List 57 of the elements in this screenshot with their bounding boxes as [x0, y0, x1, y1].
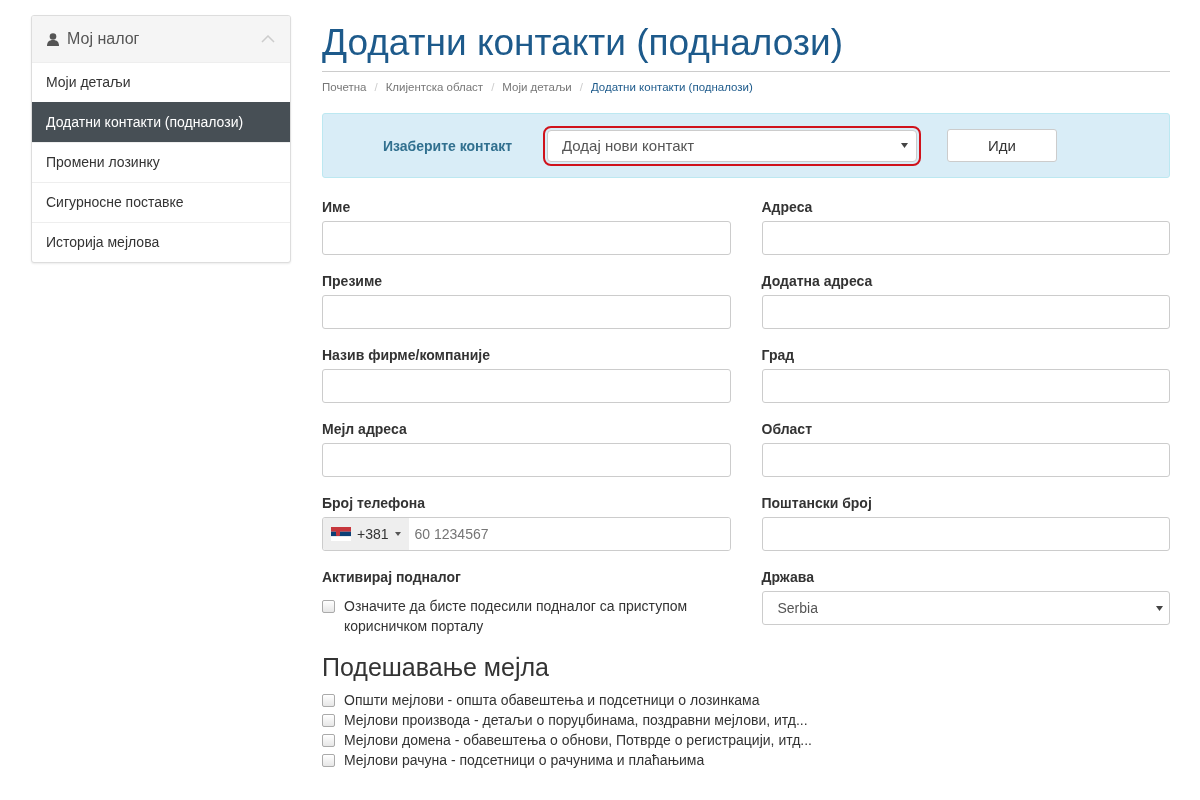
field-label: Држава	[761, 569, 815, 584]
checkbox[interactable]	[322, 733, 335, 747]
field-label: Град	[761, 347, 796, 362]
sidebar-title: Мој налог	[67, 30, 141, 48]
sidebar-item[interactable]: Историја мејлова	[32, 222, 290, 262]
field-label: Додатна адреса	[761, 273, 874, 288]
checkbox-label: Мејлови домена - обавештења о обнови, Потврде о регистрацији, итд...	[344, 732, 812, 748]
checkbox-label: Означите да бисте подесили подналог са приступом корисничком порталу	[344, 597, 689, 636]
field-label: Мејл адреса	[322, 421, 408, 436]
checkbox-label: Мејлови производа - детаљи о поруџбинама, поздравни мејлови, итд...	[344, 712, 808, 728]
text-input[interactable]	[322, 221, 731, 255]
text-input[interactable]	[761, 295, 1170, 329]
breadcrumb-separator: /	[491, 81, 495, 93]
phone-input[interactable]: +381 60 1234567	[322, 517, 731, 551]
breadcrumb-link[interactable]: Додатни контакти (подналози)	[590, 81, 753, 93]
contact-label: Изаберите контакт	[383, 137, 514, 154]
text-input[interactable]	[322, 443, 731, 477]
caret-icon	[901, 143, 908, 148]
checkbox-label: Општи мејлови - општа обавештења и подсетници о лозинкама	[344, 692, 760, 708]
user-icon	[47, 32, 59, 46]
sidebar-item[interactable]: Сигурносне поставке	[32, 182, 290, 222]
breadcrumb-link[interactable]: Клијентска област	[385, 81, 484, 93]
breadcrumb-link[interactable]: Почетна	[322, 81, 367, 93]
breadcrumb-link[interactable]: Моји детаљи	[502, 81, 572, 93]
field-label: Број телефона	[322, 495, 426, 510]
checkbox[interactable]	[322, 753, 335, 767]
checkbox[interactable]	[322, 713, 335, 727]
field-label: Област	[761, 421, 813, 436]
sidebar-item[interactable]: Додатни контакти (подналози)	[32, 102, 290, 142]
field-label: Адреса	[761, 199, 814, 214]
field-label: Презиме	[322, 273, 384, 288]
chevron-up-icon	[261, 35, 275, 43]
field-label: Назив фирме/компаније	[322, 347, 491, 362]
text-input[interactable]	[761, 443, 1170, 477]
flag-icon	[331, 527, 351, 541]
page-title: Додатни контакти (подналози)	[322, 21, 1170, 72]
checkbox[interactable]	[322, 693, 335, 707]
caret-icon	[394, 532, 401, 536]
text-input[interactable]	[322, 369, 731, 403]
sidebar-item[interactable]: Промени лозинку	[32, 142, 290, 182]
country-select[interactable]: Serbia	[761, 591, 1170, 625]
section-title: Подешавање мејла	[322, 653, 550, 682]
field-label: Активирај подналог	[322, 569, 462, 584]
sidebar-header[interactable]: Мој налог	[32, 16, 290, 62]
country-code-selector[interactable]: +381	[323, 518, 409, 550]
caret-icon	[1156, 605, 1163, 611]
checkbox-label: Мејлови рачуна - подсетници о рачунима и плаћањима	[344, 752, 705, 768]
text-input[interactable]	[761, 221, 1170, 255]
text-input[interactable]	[322, 295, 731, 329]
field-label: Име	[322, 199, 352, 214]
text-input[interactable]	[761, 517, 1170, 551]
breadcrumb-separator: /	[374, 81, 378, 93]
field-label: Поштански број	[761, 495, 873, 510]
breadcrumb-separator: /	[579, 81, 583, 93]
text-input[interactable]	[761, 369, 1170, 403]
go-button[interactable]: Иди	[947, 129, 1057, 162]
checkbox[interactable]	[322, 600, 335, 613]
